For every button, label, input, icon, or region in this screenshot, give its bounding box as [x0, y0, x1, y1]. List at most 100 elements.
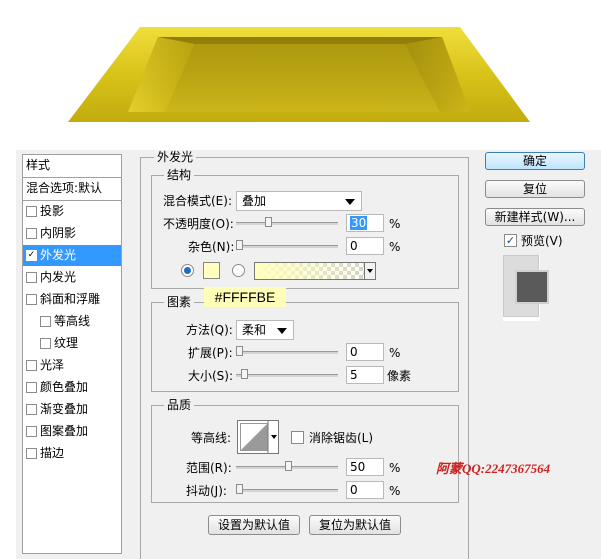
style-item-pattern-overlay[interactable]: 图案叠加 — [23, 421, 121, 442]
trapezoid-floor — [165, 44, 440, 112]
spread-slider-track[interactable] — [236, 351, 338, 354]
blend-mode-select[interactable]: 叠加 — [236, 191, 362, 211]
contour-picker[interactable] — [237, 420, 279, 454]
hex-annotation: #FFFFBE — [204, 287, 286, 307]
size-input[interactable]: 5 — [346, 366, 384, 384]
checkbox[interactable] — [40, 316, 51, 327]
noise-input[interactable]: 0 — [346, 237, 384, 255]
chevron-down-icon — [345, 199, 355, 205]
style-list-panel: 样式 混合选项:默认 投影 内阴影 ✓ 外发光 内发光 斜面和浮雕 等高线 纹理… — [22, 154, 122, 554]
style-item-label: 斜面和浮雕 — [40, 292, 101, 306]
jitter-slider-track[interactable] — [236, 489, 338, 492]
styles-header[interactable]: 样式 — [23, 155, 121, 176]
elements-legend: 图素 — [164, 295, 195, 309]
quality-legend: 品质 — [164, 398, 195, 412]
opacity-unit: % — [389, 217, 401, 231]
style-item-texture[interactable]: 纹理 — [23, 333, 121, 354]
watermark-text: 阿蒙QQ:2247367564 — [436, 461, 551, 476]
style-item-label: 投影 — [40, 204, 65, 218]
preview-swatch — [515, 270, 549, 304]
technique-label: 方法(Q): — [186, 323, 233, 337]
antialias-label: 消除锯齿(L) — [309, 431, 374, 445]
style-item-contour[interactable]: 等高线 — [23, 311, 121, 332]
jitter-unit: % — [389, 484, 401, 498]
style-item-label: 外发光 — [40, 248, 77, 262]
style-item-bevel-emboss[interactable]: 斜面和浮雕 — [23, 289, 121, 310]
style-item-stroke[interactable]: 描边 — [23, 443, 121, 464]
noise-unit: % — [389, 240, 401, 254]
gold-trapezoid-preview — [68, 27, 530, 122]
preview-checkbox[interactable]: ✓ — [504, 234, 517, 247]
styles-header-label: 样式 — [26, 158, 51, 172]
noise-slider-thumb[interactable] — [236, 240, 243, 250]
checkbox-checked[interactable]: ✓ — [26, 250, 37, 261]
spread-input[interactable]: 0 — [346, 343, 384, 361]
noise-label: 杂色(N): — [188, 240, 235, 254]
size-slider-thumb[interactable] — [241, 369, 248, 379]
opacity-slider-thumb[interactable] — [265, 217, 272, 227]
checkbox[interactable] — [40, 338, 51, 349]
style-item-label: 图案叠加 — [40, 424, 89, 438]
opacity-label: 不透明度(O): — [163, 217, 234, 231]
checkbox[interactable] — [26, 448, 37, 459]
noise-slider-track[interactable] — [236, 245, 338, 248]
spread-slider-thumb[interactable] — [236, 346, 243, 356]
style-item-label: 颜色叠加 — [40, 380, 89, 394]
technique-value: 柔和 — [242, 323, 267, 337]
blending-options-label: 混合选项:默认 — [26, 181, 103, 195]
jitter-slider-thumb[interactable] — [236, 484, 243, 494]
jitter-label: 抖动(J): — [186, 484, 227, 498]
checkbox[interactable] — [26, 294, 37, 305]
make-default-button[interactable]: 设置为默认值 — [208, 515, 300, 535]
glow-color-swatch[interactable] — [203, 262, 220, 279]
blending-options-item[interactable]: 混合选项:默认 — [23, 178, 121, 199]
style-item-label: 渐变叠加 — [40, 402, 89, 416]
glow-gradient-picker[interactable] — [254, 262, 376, 280]
style-item-satin[interactable]: 光泽 — [23, 355, 121, 376]
chevron-down-icon[interactable] — [364, 263, 375, 279]
ok-button[interactable]: 确定 — [485, 152, 585, 170]
spread-unit: % — [389, 346, 401, 360]
checkbox[interactable] — [26, 228, 37, 239]
style-item-outer-glow[interactable]: ✓ 外发光 — [23, 245, 121, 266]
checkbox[interactable] — [26, 404, 37, 415]
opacity-slider-track[interactable] — [236, 222, 338, 225]
blend-mode-value: 叠加 — [242, 194, 267, 208]
reset-to-default-button[interactable]: 复位为默认值 — [309, 515, 401, 535]
checkbox[interactable] — [26, 360, 37, 371]
structure-legend: 结构 — [164, 168, 195, 182]
style-item-label: 等高线 — [54, 314, 91, 328]
checkbox[interactable] — [26, 382, 37, 393]
checkbox[interactable] — [26, 272, 37, 283]
preview-label: 预览(V) — [521, 234, 563, 248]
range-unit: % — [389, 461, 401, 475]
opacity-input[interactable]: 30 — [346, 214, 384, 232]
checkbox[interactable] — [26, 426, 37, 437]
size-label: 大小(S): — [188, 369, 234, 383]
checkbox[interactable] — [26, 206, 37, 217]
outer-glow-title: 外发光 — [154, 150, 197, 164]
style-item-label: 内发光 — [40, 270, 77, 284]
new-style-button[interactable]: 新建样式(W)... — [485, 208, 585, 226]
style-item-inner-shadow[interactable]: 内阴影 — [23, 223, 121, 244]
size-slider-track[interactable] — [236, 374, 338, 377]
range-label: 范围(R): — [186, 461, 232, 475]
style-item-label: 描边 — [40, 446, 65, 460]
style-item-color-overlay[interactable]: 颜色叠加 — [23, 377, 121, 398]
style-item-drop-shadow[interactable]: 投影 — [23, 201, 121, 222]
technique-select[interactable]: 柔和 — [236, 320, 294, 340]
range-slider-thumb[interactable] — [285, 461, 292, 471]
style-item-gradient-overlay[interactable]: 渐变叠加 — [23, 399, 121, 420]
reset-button[interactable]: 复位 — [485, 180, 585, 198]
jitter-input[interactable]: 0 — [346, 481, 384, 499]
range-input[interactable]: 50 — [346, 458, 384, 476]
size-unit: 像素 — [387, 369, 412, 383]
style-item-label: 纹理 — [54, 336, 79, 350]
antialias-checkbox[interactable] — [291, 431, 304, 444]
gradient-radio[interactable] — [232, 264, 245, 277]
spread-label: 扩展(P): — [188, 346, 233, 360]
chevron-down-icon — [277, 328, 287, 334]
style-item-label: 光泽 — [40, 358, 65, 372]
style-item-inner-glow[interactable]: 内发光 — [23, 267, 121, 288]
solid-color-radio[interactable] — [181, 264, 194, 277]
